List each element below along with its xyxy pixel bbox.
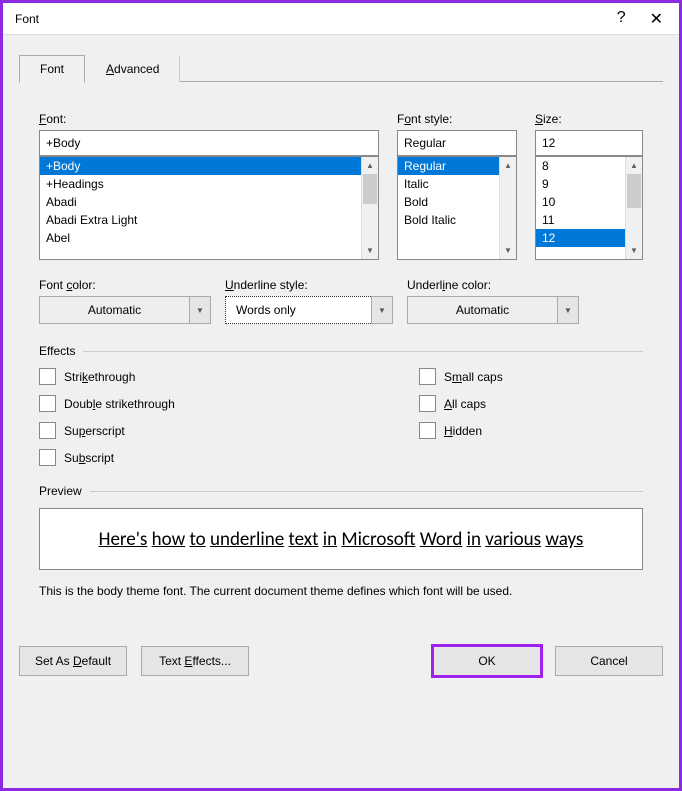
effects-header: Effects: [39, 344, 75, 358]
tab-advanced-label: Advanced: [106, 62, 159, 76]
divider: [90, 491, 643, 492]
scrollbar[interactable]: ▲ ▼: [499, 157, 516, 259]
tab-advanced[interactable]: Advanced: [85, 55, 180, 82]
font-color-value: Automatic: [39, 296, 189, 324]
chevron-down-icon[interactable]: ▼: [371, 296, 393, 324]
font-style-listbox[interactable]: Regular Italic Bold Bold Italic ▲ ▼: [397, 156, 517, 260]
list-item[interactable]: +Headings: [40, 175, 361, 193]
superscript-label: Superscript: [64, 424, 125, 438]
scroll-track[interactable]: [500, 174, 516, 242]
small-caps-checkbox[interactable]: [419, 368, 436, 385]
tab-font[interactable]: Font: [19, 55, 85, 83]
list-item[interactable]: Abadi Extra Light: [40, 211, 361, 229]
chevron-down-icon[interactable]: ▼: [557, 296, 579, 324]
small-caps-label: Small caps: [444, 370, 503, 384]
font-style-input[interactable]: [397, 130, 517, 156]
tab-strip: Font Advanced: [19, 55, 663, 82]
preview-text: Here's how to underline text in Microsof…: [99, 528, 584, 551]
help-icon[interactable]: ?: [617, 9, 626, 29]
scroll-down-icon[interactable]: ▼: [362, 242, 378, 259]
scroll-down-icon[interactable]: ▼: [626, 242, 642, 259]
list-item[interactable]: Regular: [398, 157, 499, 175]
underline-style-label: Underline style:: [225, 278, 393, 292]
hint-text: This is the body theme font. The current…: [39, 584, 643, 598]
list-item[interactable]: Abel: [40, 229, 361, 247]
preview-box: Here's how to underline text in Microsof…: [39, 508, 643, 570]
underline-style-dropdown[interactable]: Words only ▼: [225, 296, 393, 324]
scroll-up-icon[interactable]: ▲: [362, 157, 378, 174]
font-input[interactable]: [39, 130, 379, 156]
font-color-label: Font color:: [39, 278, 211, 292]
underline-color-value: Automatic: [407, 296, 557, 324]
list-item[interactable]: Bold Italic: [398, 211, 499, 229]
all-caps-label: All caps: [444, 397, 486, 411]
hidden-checkbox[interactable]: [419, 422, 436, 439]
title-bar: Font ? ✕: [3, 3, 679, 35]
double-strikethrough-checkbox[interactable]: [39, 395, 56, 412]
size-label: Size:: [535, 112, 643, 126]
list-item[interactable]: Bold: [398, 193, 499, 211]
scroll-thumb[interactable]: [627, 174, 641, 208]
font-listbox[interactable]: +Body +Headings Abadi Abadi Extra Light …: [39, 156, 379, 260]
list-item[interactable]: 12: [536, 229, 625, 247]
list-item[interactable]: 10: [536, 193, 625, 211]
scrollbar[interactable]: ▲ ▼: [625, 157, 642, 259]
superscript-checkbox[interactable]: [39, 422, 56, 439]
set-default-button[interactable]: Set As Default: [19, 646, 127, 676]
underline-color-label: Underline color:: [407, 278, 579, 292]
scroll-up-icon[interactable]: ▲: [626, 157, 642, 174]
font-style-label: Font style:: [397, 112, 517, 126]
font-label: Font:: [39, 112, 379, 126]
subscript-checkbox[interactable]: [39, 449, 56, 466]
strikethrough-checkbox[interactable]: [39, 368, 56, 385]
list-item[interactable]: Italic: [398, 175, 499, 193]
text-effects-button[interactable]: Text Effects...: [141, 646, 249, 676]
double-strikethrough-label: Double strikethrough: [64, 397, 175, 411]
list-item[interactable]: 11: [536, 211, 625, 229]
list-item[interactable]: Abadi: [40, 193, 361, 211]
scroll-thumb[interactable]: [363, 174, 377, 204]
window-title: Font: [15, 12, 617, 26]
scroll-track[interactable]: [626, 174, 642, 242]
underline-color-dropdown[interactable]: Automatic ▼: [407, 296, 579, 324]
ok-button[interactable]: OK: [433, 646, 541, 676]
preview-header: Preview: [39, 484, 82, 498]
subscript-label: Subscript: [64, 451, 114, 465]
all-caps-checkbox[interactable]: [419, 395, 436, 412]
list-item[interactable]: 8: [536, 157, 625, 175]
cancel-button[interactable]: Cancel: [555, 646, 663, 676]
scroll-track[interactable]: [362, 174, 378, 242]
chevron-down-icon[interactable]: ▼: [189, 296, 211, 324]
list-item[interactable]: +Body: [40, 157, 361, 175]
close-icon[interactable]: ✕: [650, 9, 663, 29]
hidden-label: Hidden: [444, 424, 482, 438]
divider: [83, 351, 643, 352]
scrollbar[interactable]: ▲ ▼: [361, 157, 378, 259]
font-color-dropdown[interactable]: Automatic ▼: [39, 296, 211, 324]
tab-font-label: Font: [40, 62, 64, 76]
size-input[interactable]: [535, 130, 643, 156]
scroll-up-icon[interactable]: ▲: [500, 157, 516, 174]
underline-style-value: Words only: [225, 296, 371, 324]
scroll-down-icon[interactable]: ▼: [500, 242, 516, 259]
list-item[interactable]: 9: [536, 175, 625, 193]
size-listbox[interactable]: 8 9 10 11 12 ▲ ▼: [535, 156, 643, 260]
strikethrough-label: Strikethrough: [64, 370, 135, 384]
